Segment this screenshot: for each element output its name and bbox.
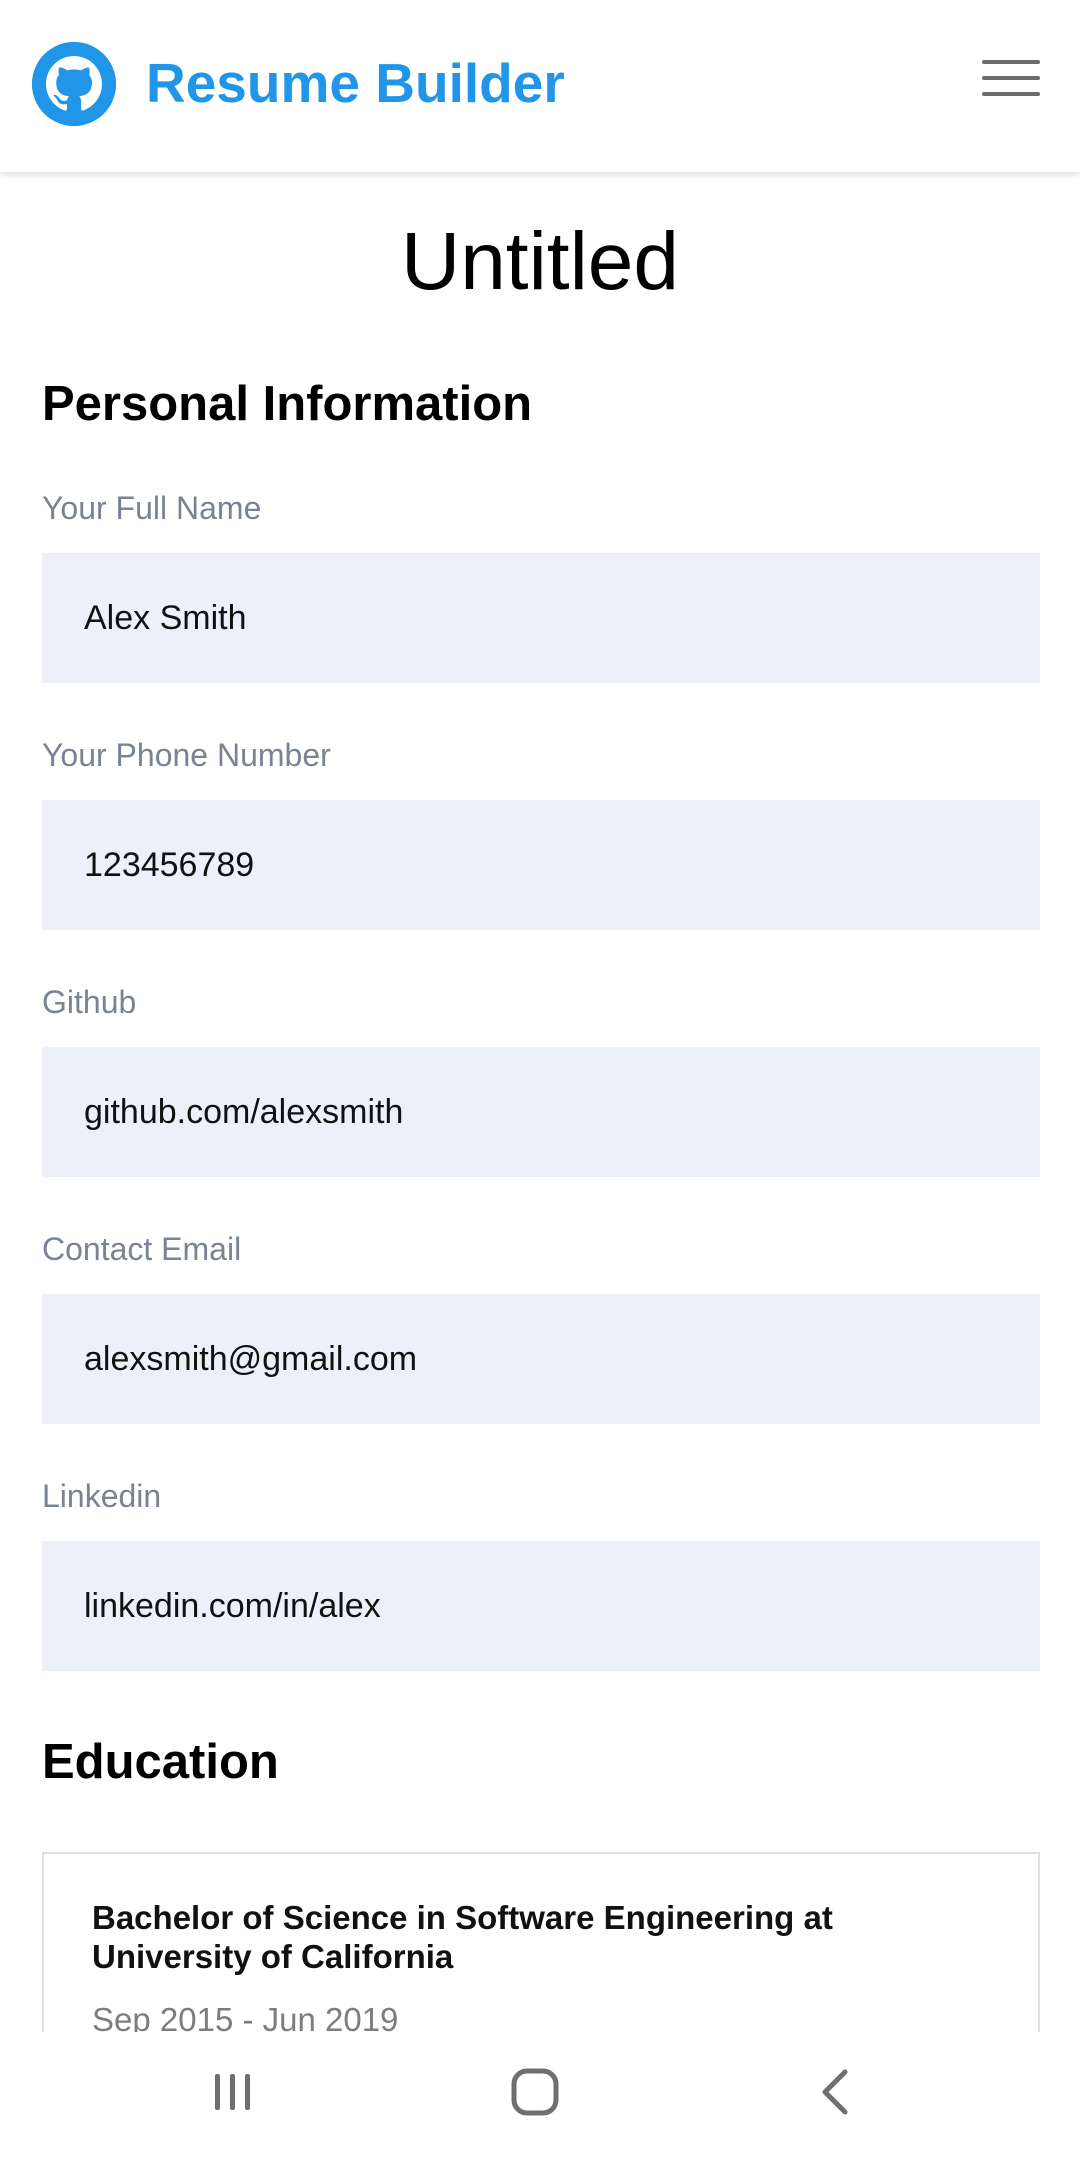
education-card[interactable]: Bachelor of Science in Software Engineer… <box>42 1852 1040 2032</box>
education-heading: Education <box>42 1735 279 1789</box>
home-icon[interactable] <box>495 2062 575 2122</box>
contact-email-label: Contact Email <box>42 1231 242 1267</box>
phone-number-input[interactable] <box>42 800 1040 930</box>
app-title: Resume Builder <box>146 52 565 114</box>
github-label: Github <box>42 984 137 1020</box>
linkedin-label: Linkedin <box>42 1478 162 1514</box>
github-input[interactable] <box>42 1047 1040 1177</box>
education-degree: Bachelor of Science in Software Engineer… <box>92 1899 833 1975</box>
back-icon[interactable] <box>797 2062 877 2122</box>
education-dates: Sep 2015 - Jun 2019 <box>92 2001 399 2032</box>
full-name-label: Your Full Name <box>42 490 262 526</box>
github-icon[interactable] <box>32 42 116 126</box>
recents-icon[interactable] <box>193 2062 273 2122</box>
contact-email-input[interactable] <box>42 1294 1040 1424</box>
full-name-input[interactable] <box>42 553 1040 683</box>
resume-title[interactable]: Untitled <box>0 212 1080 312</box>
personal-information-heading: Personal Information <box>42 377 533 431</box>
linkedin-input[interactable] <box>42 1541 1040 1671</box>
hamburger-menu-icon[interactable] <box>982 56 1042 100</box>
phone-number-label: Your Phone Number <box>42 737 331 773</box>
system-navigation-bar <box>0 2032 1080 2160</box>
main-content[interactable]: Untitled Personal Information Your Full … <box>0 172 1080 2032</box>
app-header: Resume Builder <box>0 0 1080 173</box>
